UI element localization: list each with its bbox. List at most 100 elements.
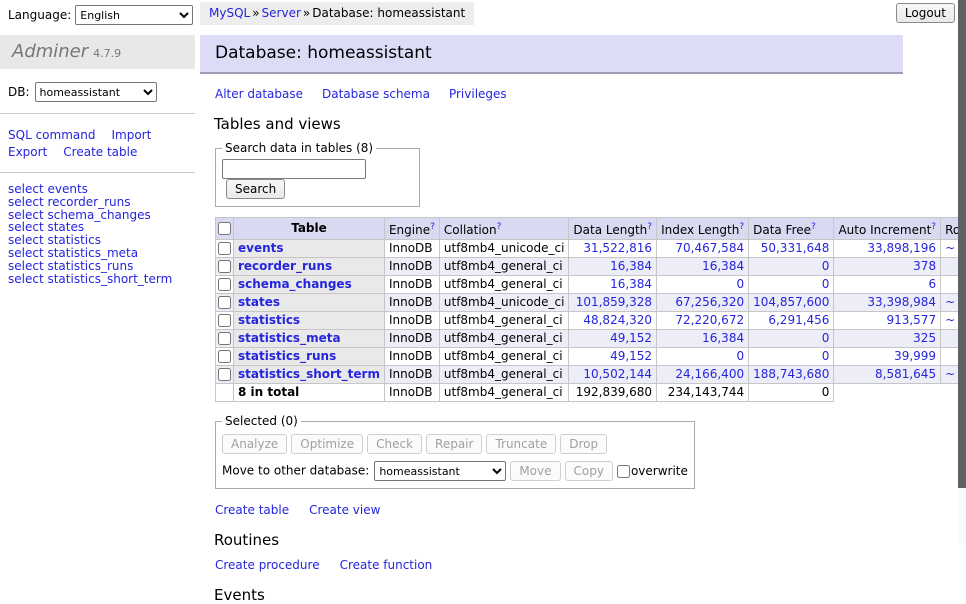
privileges-link[interactable]: Privileges [449,87,507,101]
table-row: statisticsInnoDButf8mb4_general_ci48,824… [216,312,966,330]
breadcrumb-link-server[interactable]: Server [262,6,301,20]
check-button[interactable]: Check [367,434,422,454]
row-checkbox[interactable] [218,242,231,255]
data-length-cell-link[interactable]: 31,522,816 [583,241,652,255]
row-checkbox[interactable] [218,368,231,381]
engine-cell: InnoDB [384,276,439,294]
index-length-cell-link[interactable]: 0 [736,277,744,291]
table-row: statesInnoDButf8mb4_unicode_ci101,859,32… [216,294,966,312]
row-checkbox[interactable] [218,332,231,345]
index-length-cell-link[interactable]: 67,256,320 [675,295,744,309]
auto-increment-cell-link[interactable]: 33,398,984 [867,295,936,309]
help-sup: ? [430,221,435,232]
help-link[interactable]: ? [497,222,502,232]
data-free-cell: 0 [749,330,834,348]
search-button[interactable]: Search [226,179,285,199]
help-link[interactable]: ? [811,222,816,232]
engine-cell: InnoDB [384,366,439,384]
drop-button[interactable]: Drop [560,434,607,454]
data-length-cell-link[interactable]: 16,384 [610,277,652,291]
data-free-cell-link[interactable]: 0 [822,259,830,273]
auto-increment-cell-link[interactable]: 378 [913,259,936,273]
db-select[interactable]: homeassistant [35,82,157,102]
breadcrumb: MySQL»Server»Database: homeassistant [200,2,474,25]
data-length-cell: 101,859,328 [569,294,657,312]
table-name-link[interactable]: schema_changes [238,277,352,291]
auto-increment-cell-link[interactable]: 39,999 [894,349,936,363]
vertical-scrollbar[interactable] [958,0,966,543]
logout-button[interactable]: Logout [896,3,955,23]
auto-increment-cell-link[interactable]: 325 [913,331,936,345]
data-free-cell-link[interactable]: 0 [822,277,830,291]
data-free-cell-link[interactable]: 188,743,680 [753,367,829,381]
row-checkbox[interactable] [218,314,231,327]
move-button[interactable]: Move [510,461,560,481]
row-checkbox[interactable] [218,296,231,309]
index-length-cell-link[interactable]: 72,220,672 [675,313,744,327]
row-checkbox[interactable] [218,260,231,273]
create-view-link[interactable]: Create view [309,503,380,517]
index-length-cell-link[interactable]: 0 [736,349,744,363]
table-name-link[interactable]: statistics [238,313,300,327]
version-link[interactable]: 4.7.9 [93,47,121,60]
analyze-button[interactable]: Analyze [222,434,287,454]
data-free-cell-link[interactable]: 0 [822,349,830,363]
auto-increment-cell-link[interactable]: 6 [928,277,936,291]
data-length-cell-link[interactable]: 49,152 [610,331,652,345]
table-name-link[interactable]: statistics_short_term [238,367,380,381]
data-length-cell-link[interactable]: 49,152 [610,349,652,363]
tables-header-row: TableEngine?Collation?Data Length?Index … [216,218,966,240]
copy-button[interactable]: Copy [565,461,613,481]
select-all-checkbox[interactable] [218,222,231,235]
repair-button[interactable]: Repair [426,434,482,454]
alter-database-link[interactable]: Alter database [215,87,303,101]
language-select[interactable]: English [75,5,193,25]
breadcrumb-link-mysql[interactable]: MySQL [209,6,250,20]
data-free-cell-link[interactable]: 50,331,648 [761,241,830,255]
data-free-cell-link[interactable]: 6,291,456 [768,313,829,327]
sidebar-select-link[interactable]: select statistics_short_term [8,272,172,286]
create-function-link[interactable]: Create function [340,558,433,572]
data-length-cell-link[interactable]: 101,859,328 [576,295,652,309]
help-link[interactable]: ? [739,222,744,232]
create-procedure-link[interactable]: Create procedure [215,558,320,572]
index-length-cell-link[interactable]: 16,384 [702,259,744,273]
index-length-cell-link[interactable]: 24,166,400 [675,367,744,381]
data-free-cell-link[interactable]: 104,857,600 [753,295,829,309]
auto-increment-cell-link[interactable]: 33,898,196 [867,241,936,255]
sidebar-import-link[interactable]: Import [111,127,151,144]
table-name-link[interactable]: events [238,241,284,255]
auto-increment-cell-link[interactable]: 8,581,645 [875,367,936,381]
sidebar-export-link[interactable]: Export [8,144,47,161]
row-checkbox[interactable] [218,350,231,363]
help-link[interactable]: ? [430,222,435,232]
truncate-button[interactable]: Truncate [486,434,556,454]
table-name-link[interactable]: statistics_meta [238,331,341,345]
index-length-cell-link[interactable]: 70,467,584 [675,241,744,255]
tables-overview: TableEngine?Collation?Data Length?Index … [215,217,966,402]
index-length-cell-link[interactable]: 16,384 [702,331,744,345]
help-link[interactable]: ? [931,222,936,232]
table-name-link[interactable]: recorder_runs [238,259,332,273]
search-input[interactable] [222,159,366,179]
engine-cell: InnoDB [384,348,439,366]
table-name-link[interactable]: states [238,295,280,309]
sidebar-create-table-link[interactable]: Create table [63,144,137,161]
data-length-cell-link[interactable]: 10,502,144 [583,367,652,381]
create-table-link[interactable]: Create table [215,503,289,517]
row-checkbox[interactable] [218,278,231,291]
optimize-button[interactable]: Optimize [291,434,363,454]
collation-cell: utf8mb4_unicode_ci [439,294,569,312]
data-length-cell-link[interactable]: 16,384 [610,259,652,273]
scrollbar-thumb[interactable] [958,0,966,488]
auto-increment-cell-link[interactable]: 913,577 [886,313,936,327]
overwrite-checkbox[interactable] [617,465,630,478]
move-db-select[interactable]: homeassistant [374,461,506,481]
table-name-link[interactable]: statistics_runs [238,349,336,363]
sidebar-sql-command-link[interactable]: SQL command [8,127,95,144]
help-link[interactable]: ? [647,222,652,232]
data-length-cell-link[interactable]: 48,824,320 [583,313,652,327]
database-schema-link[interactable]: Database schema [322,87,430,101]
sidebar-actions: SQL command Import Export Create table [0,114,195,173]
data-free-cell-link[interactable]: 0 [822,331,830,345]
